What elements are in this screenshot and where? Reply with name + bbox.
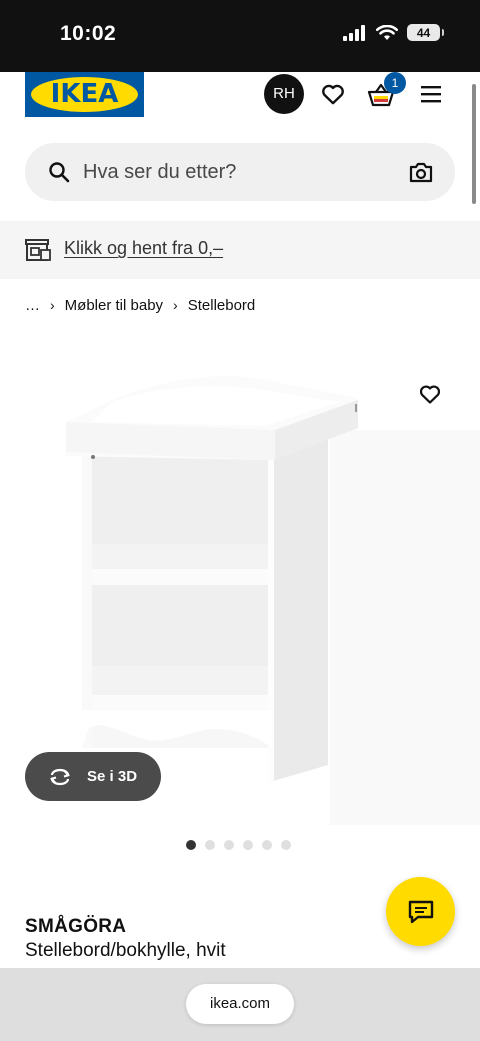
pagination-dot[interactable] — [262, 840, 272, 850]
pagination-dot[interactable] — [281, 840, 291, 850]
status-time: 10:02 — [60, 22, 117, 45]
battery-indicator: 44 — [407, 24, 444, 41]
chevron-right-icon: › — [50, 297, 55, 313]
click-collect-bar[interactable]: Klikk og hent fra 0,– — [0, 221, 480, 279]
search-input[interactable]: Hva ser du etter? — [83, 143, 236, 201]
breadcrumb-ellipsis[interactable]: … — [25, 297, 40, 314]
view-in-3d-label: Se i 3D — [87, 768, 138, 785]
chevron-right-icon: › — [173, 297, 178, 313]
search-icon — [49, 162, 70, 183]
camera-icon[interactable] — [408, 160, 434, 184]
logo-text: IKEA — [50, 79, 119, 109]
view-in-3d-button[interactable]: Se i 3D — [25, 752, 161, 801]
page-scrollbar[interactable] — [472, 84, 476, 204]
search-field[interactable]: Hva ser du etter? — [25, 143, 455, 201]
breadcrumb-item-baby-furniture[interactable]: Møbler til baby — [65, 297, 163, 314]
chat-icon — [408, 900, 433, 923]
store-icon — [25, 239, 51, 261]
hamburger-menu-icon[interactable] — [419, 84, 443, 104]
product-description: Stellebord/bokhylle, hvit — [25, 940, 226, 961]
favorites-heart-icon[interactable] — [320, 81, 346, 107]
pagination-dot[interactable] — [243, 840, 253, 850]
cart-count-badge: 1 — [384, 72, 406, 94]
browser-bottom-bar: ikea.com — [0, 968, 480, 1041]
site-header: IKEA RH 1 — [0, 72, 480, 132]
status-bar: 10:02 44 — [0, 0, 480, 72]
save-to-list-heart-icon[interactable] — [418, 382, 442, 406]
ikea-logo[interactable]: IKEA — [25, 72, 144, 117]
chat-button[interactable] — [386, 877, 455, 946]
image-pagination-dots — [186, 840, 291, 850]
pagination-dot[interactable] — [186, 840, 196, 850]
pagination-dot[interactable] — [224, 840, 234, 850]
signal-icon — [343, 24, 365, 41]
breadcrumb-item-changing-tables[interactable]: Stellebord — [188, 297, 256, 314]
product-name: SMÅGÖRA — [25, 916, 127, 937]
status-icons: 44 — [343, 24, 444, 41]
rotate-3d-icon — [50, 768, 70, 785]
avatar[interactable]: RH — [264, 74, 304, 114]
browser-address-bar[interactable]: ikea.com — [186, 984, 294, 1024]
click-collect-link[interactable]: Klikk og hent fra 0,– — [64, 221, 223, 275]
breadcrumb: … › Møbler til baby › Stellebord — [25, 295, 255, 315]
pagination-dot[interactable] — [205, 840, 215, 850]
wifi-icon — [376, 24, 398, 40]
